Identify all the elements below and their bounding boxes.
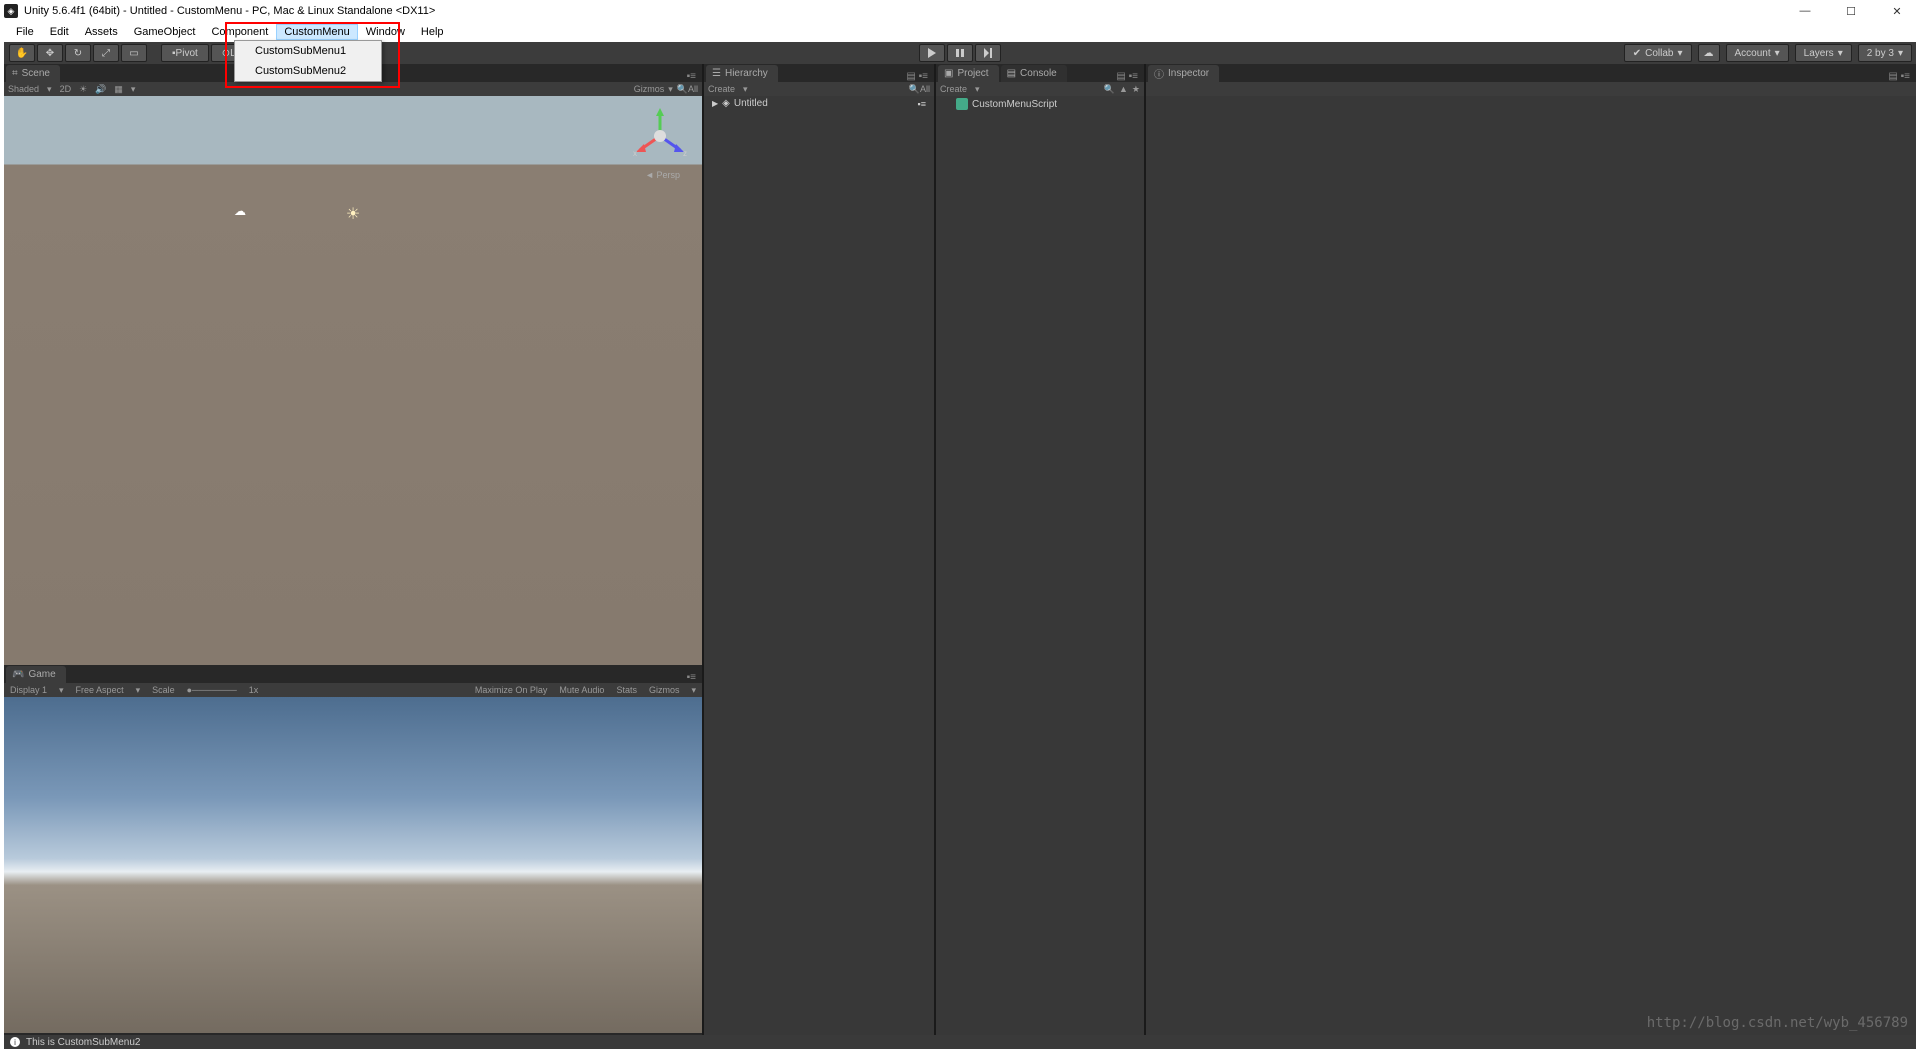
scene-tab[interactable]: ⌗ Scene — [6, 65, 60, 82]
scene-audio-toggle[interactable]: 🔊 — [95, 84, 106, 95]
hierarchy-panel-menu-icon[interactable]: ▤ ▪≡ — [906, 71, 934, 82]
menubar: File Edit Assets GameObject Component Cu… — [0, 22, 1920, 42]
hierarchy-icon: ☰ — [712, 68, 721, 79]
svg-text:x: x — [633, 149, 637, 158]
project-filter-icon[interactable]: ▲ — [1119, 84, 1128, 95]
game-mute-toggle[interactable]: Mute Audio — [559, 685, 604, 695]
window-title: Unity 5.6.4f1 (64bit) - Untitled - Custo… — [24, 5, 435, 17]
window-titlebar: ◈ Unity 5.6.4f1 (64bit) - Untitled - Cus… — [0, 0, 1920, 22]
rotate-tool-button[interactable]: ↻ — [65, 44, 91, 62]
game-stats-toggle[interactable]: Stats — [616, 685, 637, 695]
game-aspect-dropdown[interactable]: Free Aspect — [76, 685, 124, 695]
scene-gizmos-dropdown[interactable]: Gizmos — [634, 84, 665, 95]
svg-text:z: z — [683, 149, 687, 158]
menu-custommenu[interactable]: CustomMenu — [276, 24, 357, 40]
info-icon: i — [10, 1037, 20, 1047]
account-dropdown[interactable]: Account ▾ — [1726, 44, 1789, 62]
status-message: This is CustomSubMenu2 — [26, 1037, 141, 1048]
rect-tool-button[interactable]: ▭ — [121, 44, 147, 62]
shaded-dropdown[interactable]: Shaded — [8, 84, 39, 94]
close-button[interactable]: ✕ — [1874, 0, 1920, 22]
console-icon: ▤ — [1007, 68, 1016, 79]
inspector-tab[interactable]: ⓘ Inspector — [1148, 65, 1219, 82]
project-icon: ▣ — [944, 68, 953, 79]
scene-icon: ⌗ — [12, 68, 18, 79]
project-fav-icon[interactable]: ★ — [1132, 84, 1140, 95]
game-icon: 🎮 — [12, 669, 24, 680]
game-viewport — [4, 697, 702, 1033]
hierarchy-create-dropdown[interactable]: Create — [708, 84, 735, 94]
cloud-button[interactable]: ☁ — [1698, 44, 1720, 62]
console-tab[interactable]: ▤ Console — [1001, 65, 1067, 82]
menu-edit[interactable]: Edit — [42, 24, 77, 40]
dropdown-item-customsubmenu2[interactable]: CustomSubMenu2 — [235, 61, 381, 81]
hierarchy-row-untitled[interactable]: ▶ ◈ Untitled ▪≡ — [704, 96, 934, 111]
custommenu-dropdown: CustomSubMenu1 CustomSubMenu2 — [234, 40, 382, 82]
game-tab[interactable]: 🎮 Game — [6, 666, 66, 683]
game-display-dropdown[interactable]: Display 1 — [10, 685, 47, 695]
minimize-button[interactable]: — — [1782, 0, 1828, 22]
menu-window[interactable]: Window — [358, 24, 413, 40]
maximize-button[interactable]: ☐ — [1828, 0, 1874, 22]
game-maximize-toggle[interactable]: Maximize On Play — [475, 685, 548, 695]
unity-scene-icon: ◈ — [722, 98, 730, 109]
unity-logo-icon: ◈ — [4, 4, 18, 18]
layers-dropdown[interactable]: Layers ▾ — [1795, 44, 1852, 62]
game-scale-slider[interactable]: ●─────── — [187, 685, 237, 695]
expand-triangle-icon[interactable]: ▶ — [712, 99, 718, 108]
scene-cloud-icon: ☁ — [234, 204, 246, 218]
hierarchy-search-all[interactable]: 🔍All — [909, 84, 930, 95]
menu-file[interactable]: File — [8, 24, 42, 40]
pivot-toggle-button[interactable]: ▪ Pivot — [161, 44, 209, 62]
menu-gameobject[interactable]: GameObject — [126, 24, 204, 40]
scene-2d-toggle[interactable]: 2D — [60, 84, 72, 94]
game-scale-label: Scale — [152, 685, 175, 695]
inspector-panel-menu-icon[interactable]: ▤ ▪≡ — [1888, 71, 1916, 82]
step-button[interactable] — [975, 44, 1001, 62]
menu-component[interactable]: Component — [203, 24, 276, 40]
scene-orientation-gizmo[interactable]: x z — [630, 106, 690, 166]
project-search-icon[interactable]: 🔍 — [1104, 84, 1115, 95]
scene-light-toggle[interactable]: ☀ — [79, 84, 87, 95]
scene-directional-light-icon: ☀ — [344, 204, 362, 222]
menu-assets[interactable]: Assets — [77, 24, 126, 40]
layout-dropdown[interactable]: 2 by 3 ▾ — [1858, 44, 1912, 62]
scale-tool-button[interactable]: ⤢ — [93, 44, 119, 62]
hand-tool-button[interactable]: ✋ — [9, 44, 35, 62]
pause-button[interactable] — [947, 44, 973, 62]
game-panel-menu-icon[interactable]: ▪≡ — [687, 672, 702, 683]
scene-panel-menu-icon[interactable]: ▪≡ — [687, 71, 702, 82]
game-gizmos-dropdown[interactable]: Gizmos — [649, 685, 680, 695]
hierarchy-row-menu-icon[interactable]: ▪≡ — [918, 99, 926, 109]
play-button[interactable] — [919, 44, 945, 62]
hierarchy-tab[interactable]: ☰ Hierarchy — [706, 65, 778, 82]
scene-viewport[interactable]: ☁ ☀ x z Persp — [4, 96, 702, 665]
scene-persp-label[interactable]: Persp — [645, 170, 680, 180]
inspector-body — [1146, 96, 1916, 1035]
project-tab[interactable]: ▣ Project — [938, 65, 999, 82]
menu-help[interactable]: Help — [413, 24, 452, 40]
move-tool-button[interactable]: ✥ — [37, 44, 63, 62]
statusbar: i This is CustomSubMenu2 — [4, 1035, 1916, 1049]
project-create-dropdown[interactable]: Create — [940, 84, 967, 94]
scene-search-all[interactable]: 🔍All — [677, 84, 698, 95]
collab-dropdown[interactable]: ✔ Collab ▾ — [1624, 44, 1692, 62]
editor-area: ✋ ✥ ↻ ⤢ ▭ ▪ Pivot ⊙ Local ✔ Collab ▾ ☁ A… — [4, 42, 1916, 1035]
scene-fx-toggle[interactable]: ▦ — [114, 84, 123, 95]
project-panel-menu-icon[interactable]: ▤ ▪≡ — [1116, 71, 1144, 82]
inspector-icon: ⓘ — [1154, 66, 1164, 81]
csharp-script-icon — [956, 98, 968, 110]
project-item-custommenuscript[interactable]: CustomMenuScript — [936, 96, 1144, 112]
dropdown-item-customsubmenu1[interactable]: CustomSubMenu1 — [235, 41, 381, 61]
watermark-text: http://blog.csdn.net/wyb_456789 — [1647, 1015, 1908, 1031]
game-scale-value: 1x — [249, 685, 259, 695]
